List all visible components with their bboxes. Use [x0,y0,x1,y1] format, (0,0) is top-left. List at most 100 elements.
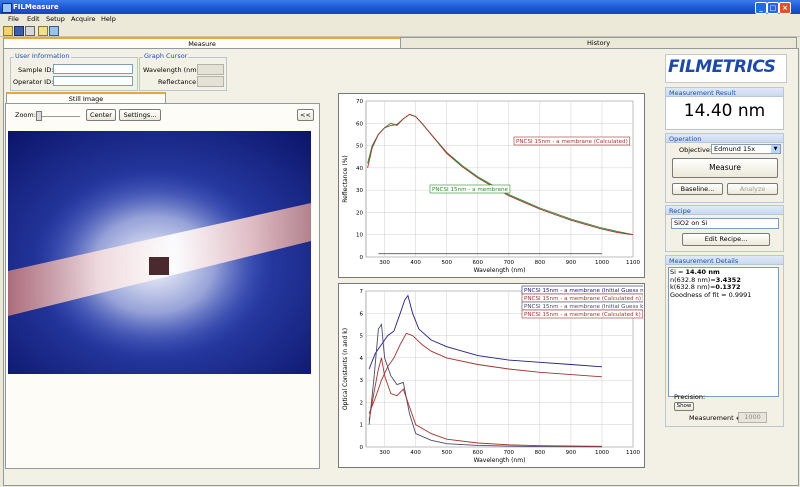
y-tick-label: 7 [360,289,364,295]
y-tick-label: 60 [356,121,363,127]
legend-entry: PNCSI 15nm - a membrane (Initial Guess k… [521,301,643,311]
user-information-legend: User Information [14,52,71,60]
y-tick-label: 30 [356,188,363,194]
wavelength-readout [197,64,224,75]
y-axis-label: Optical Constants (n and k) [342,328,349,410]
measure-button[interactable]: Measure [672,158,778,178]
operation-label: Operation [665,133,784,143]
tab-history[interactable]: History [400,37,797,48]
show-button[interactable]: Show [674,402,694,411]
objective-label: Objective: [679,146,713,154]
menu-edit[interactable]: Edit [27,15,40,23]
measurement-details-group: Measurement Details Si = 14.40 nm n(632.… [665,255,784,427]
zoom-label: Zoom: [15,111,36,119]
legend-label: PNCSI 15nm - a membrane (Initial Guess k… [524,304,643,310]
reflectance-label: Reflectance: [158,78,199,86]
graph-cursor-legend: Graph Cursor [143,52,189,60]
maximize-icon[interactable]: □ [767,2,779,14]
measurement-details-label: Measurement Details [665,255,784,265]
camera-image [8,131,311,374]
legend-entry: PNCSI 15nm - a membrane (Initial Guess n… [521,285,643,295]
baseline-button[interactable]: Baseline... [672,183,723,195]
zoom-slider-track[interactable] [36,116,80,117]
open-folder-icon[interactable] [3,26,13,36]
x-axis-label: Wavelength (nm) [474,457,526,464]
copy-icon[interactable] [49,26,59,36]
wavelength-label: Wavelength (nm): [143,66,202,74]
edit-recipe-button[interactable]: Edit Recipe... [682,233,770,246]
legend-label: PNCSI 15nm - a membrane (Initial Guess n… [524,288,643,294]
objective-select[interactable]: Edmund 15x ▼ [711,144,781,154]
objective-value: Edmund 15x [714,145,756,153]
y-tick-label: 2 [360,400,364,406]
x-tick-label: 300 [379,260,390,266]
x-tick-label: 400 [410,450,421,456]
legend-entry: PNCSI 15nm - a membrane (Calculated n) [521,293,643,303]
operator-id-label: Operator ID: [13,78,54,86]
recipe-label: Recipe [665,205,784,215]
sample-id-input[interactable] [53,64,133,74]
x-tick-label: 800 [535,260,546,266]
recipe-field[interactable]: SiO2 on Si [671,218,779,229]
menu-setup[interactable]: Setup [46,15,65,23]
y-tick-label: 5 [360,334,364,340]
x-tick-label: 700 [504,450,515,456]
window-title: FILMeasure [13,3,59,11]
close-icon[interactable]: × [779,2,791,14]
settings-button[interactable]: Settings... [119,109,161,121]
x-tick-label: 1000 [595,450,609,456]
y-tick-label: 1 [360,423,364,429]
y-tick-label: 6 [360,311,364,317]
precision-label: Precision: [674,393,706,401]
x-tick-label: 300 [379,450,390,456]
legend-entry: PNCSI 15nm - a membrane [429,184,511,194]
x-tick-label: 500 [441,450,452,456]
y-tick-label: 70 [356,99,363,105]
legend-entry: PNCSI 15nm - a membrane (Calculated) [513,136,631,146]
legend-label: PNCSI 15nm - a membrane (Calculated n) [524,296,641,302]
collapse-button[interactable]: << [297,109,314,121]
menu-acquire[interactable]: Acquire [71,15,96,23]
toolbar [0,25,800,37]
reflectance-chart[interactable]: 300 400 500 600 700 800 900 1000 1100 0 10 20 30 40 50… [338,93,643,276]
x-tick-label: 700 [504,260,515,266]
x-tick-label: 400 [410,260,421,266]
y-tick-label: 20 [356,210,363,216]
x-tick-label: 600 [473,260,484,266]
y-tick-label: 40 [356,166,363,172]
zoom-slider-thumb[interactable] [36,111,42,121]
operator-id-input[interactable] [53,76,133,86]
chevron-down-icon[interactable]: ▼ [771,145,780,153]
sample-id-label: Sample ID: [18,66,54,74]
measurement-result-label: Measurement Result [665,87,784,97]
y-axis-label: Reflectance (%) [342,155,349,202]
analyze-button[interactable]: Analyze [727,183,778,195]
x-tick-label: 500 [441,260,452,266]
menu-file[interactable]: File [8,15,19,23]
center-button[interactable]: Center [86,109,116,121]
optical-constants-chart[interactable]: 300 400 500 600 700 800 900 1000 1100 0 1 2 3 4 5 6 7 Wav… [338,283,643,466]
export-icon[interactable] [38,26,48,36]
reflectance-readout [197,76,224,87]
legend-label: PNCSI 15nm - a membrane [432,187,508,193]
app-icon [2,3,12,13]
legend-label: PNCSI 15nm - a membrane (Calculated) [516,139,628,145]
x-tick-label: 1100 [626,260,640,266]
filmetrics-logo: FILMETRICS [668,57,776,77]
y-tick-label: 50 [356,144,363,150]
plot-area [365,100,634,258]
measurement-number-label: Measurement # [689,414,742,422]
logo-box: FILMETRICS [665,54,787,83]
operation-group: Operation Objective: Edmund 15x ▼ Measur… [665,133,784,203]
recipe-group: Recipe SiO2 on Si Edit Recipe... [665,205,784,252]
print-icon[interactable] [25,26,35,36]
save-icon[interactable] [14,26,24,36]
legend-entry: PNCSI 15nm - a membrane (Calculated k) [521,309,643,319]
menu-bar: File Edit Setup Acquire Help [0,14,800,25]
measurement-details-text: Si = 14.40 nm n(632.8 nm)=3.4352 k(632.8… [668,267,779,397]
minimize-icon[interactable]: _ [755,2,767,14]
y-tick-label: 10 [356,233,363,239]
x-tick-label: 600 [473,450,484,456]
menu-help[interactable]: Help [101,15,116,23]
measurement-result-value: 14.40 nm [683,101,766,121]
